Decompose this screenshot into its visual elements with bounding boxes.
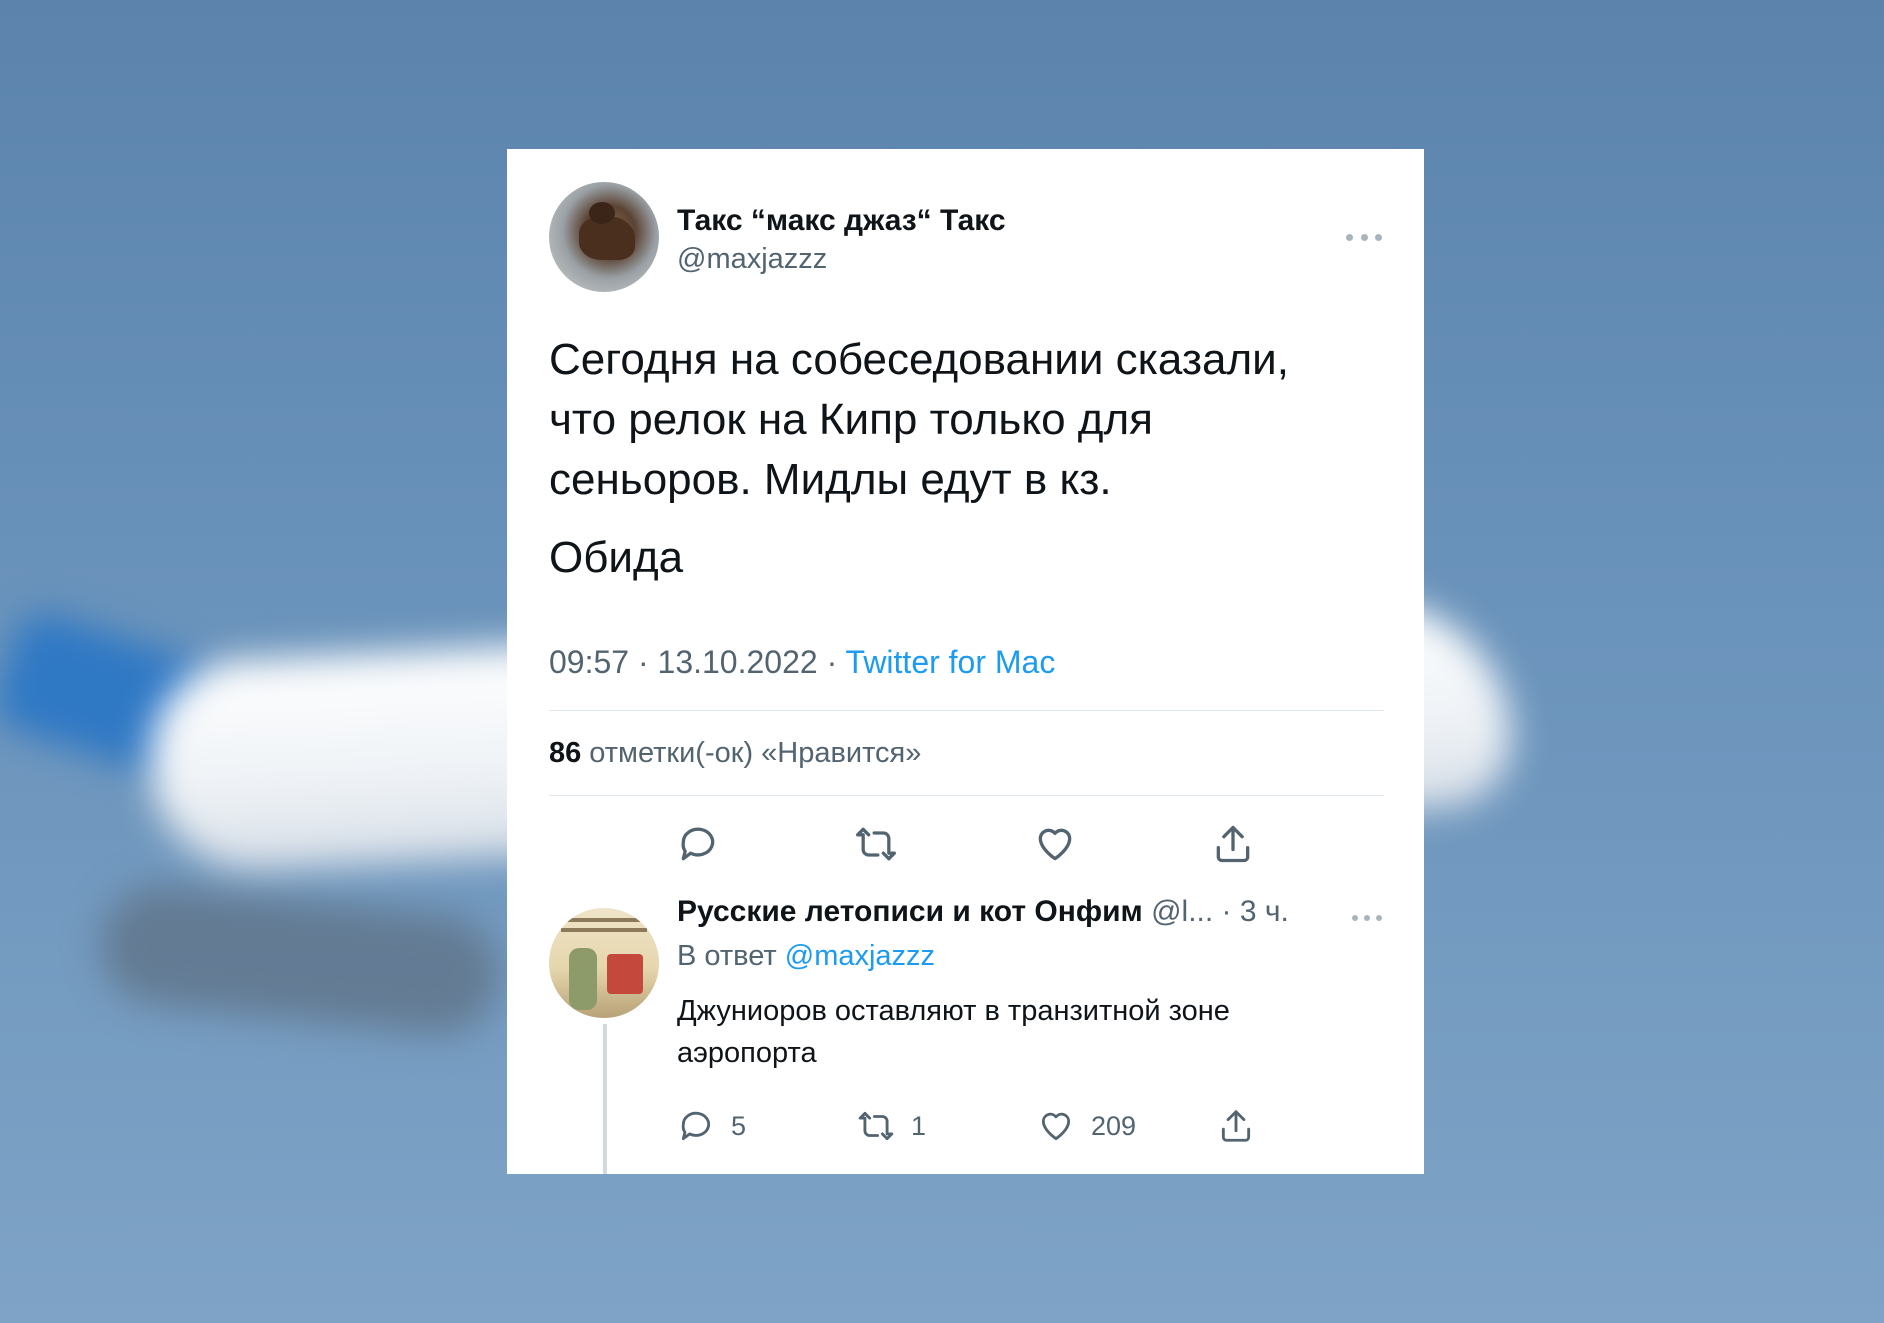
retweet-icon (858, 1111, 894, 1141)
tweet-card: Такс “макс джаз“ Такс @maxjazzz Сегодня … (507, 149, 1424, 1174)
reply-icon[interactable] (676, 822, 720, 866)
dog-head-shape (589, 202, 615, 224)
like-count: 209 (1091, 1110, 1137, 1141)
heart-icon[interactable] (1033, 822, 1077, 866)
reply-like-button[interactable]: 209 (1037, 1107, 1217, 1145)
likes-summary[interactable]: 86 отметки(-ок) «Нравится» (549, 711, 1382, 795)
tweet-actions (549, 796, 1382, 892)
reply-author-handle[interactable]: @l... (1151, 895, 1213, 928)
reply-more-icon[interactable] (1352, 912, 1382, 924)
tweet-header: Такс “макс джаз“ Такс @maxjazzz (549, 182, 1382, 330)
reply-text: Джуниоров оставляют в транзитной зоне аэ… (677, 995, 1230, 1069)
tweet-meta: 09:57 · 13.10.2022 · Twitter for Mac (549, 642, 1382, 682)
reply-author-name[interactable]: Русские летописи и кот Онфим (677, 895, 1143, 928)
more-icon[interactable] (1346, 230, 1382, 244)
author-display-name[interactable]: Такс “макс джаз“ Такс (677, 202, 1006, 240)
plane-engine (94, 879, 506, 1041)
author-avatar[interactable] (549, 182, 659, 292)
reply-share-button[interactable] (1217, 1107, 1255, 1145)
reply-to-label: В ответ (677, 940, 777, 972)
tweet-text-paragraph-1: Сегодня на собеседовании сказали, что ре… (549, 335, 1289, 504)
retweet-count: 1 (911, 1110, 927, 1141)
share-icon[interactable] (1211, 822, 1255, 866)
share-icon (1221, 1110, 1251, 1142)
figure-shape (569, 948, 597, 1010)
script-line (561, 928, 647, 932)
heart-icon (1041, 1112, 1071, 1141)
tweet-text-paragraph-2: Обида (549, 533, 684, 582)
reply-header: Русские летописи и кот Онфим @l... · 3 ч… (677, 892, 1382, 932)
reply-author-avatar[interactable] (549, 908, 659, 1018)
reply-retweet-button[interactable]: 1 (857, 1107, 1037, 1145)
author-name-block: Такс “макс джаз“ Такс @maxjazzz (677, 202, 1006, 278)
reply-actions: 5 1 209 (677, 1104, 1277, 1148)
tweet-source-link[interactable]: Twitter for Mac (846, 644, 1056, 680)
tweet-timestamp[interactable]: 09:57 · 13.10.2022 · (549, 644, 837, 680)
likes-count: 86 (549, 736, 582, 769)
reply-time[interactable]: · 3 ч. (1222, 895, 1289, 928)
reply-reply-button[interactable]: 5 (677, 1107, 857, 1145)
reply-body: Русские летописи и кот Онфим @l... · 3 ч… (677, 892, 1382, 1142)
script-line (561, 918, 647, 922)
author-handle[interactable]: @maxjazzz (677, 240, 1006, 278)
reply-to-line: В ответ @maxjazzz (677, 936, 1382, 976)
retweet-icon[interactable] (854, 822, 898, 866)
reply-icon (681, 1111, 711, 1141)
reply-to-mention[interactable]: @maxjazzz (785, 940, 935, 972)
likes-label: отметки(-ок) «Нравится» (589, 736, 922, 769)
tweet-text: Сегодня на собеседовании сказали, что ре… (549, 330, 1382, 588)
reply-tweet[interactable]: Русские летописи и кот Онфим @l... · 3 ч… (549, 892, 1382, 1174)
figure-shape (607, 954, 643, 994)
thread-line (603, 1024, 607, 1174)
reply-count: 5 (731, 1110, 747, 1141)
